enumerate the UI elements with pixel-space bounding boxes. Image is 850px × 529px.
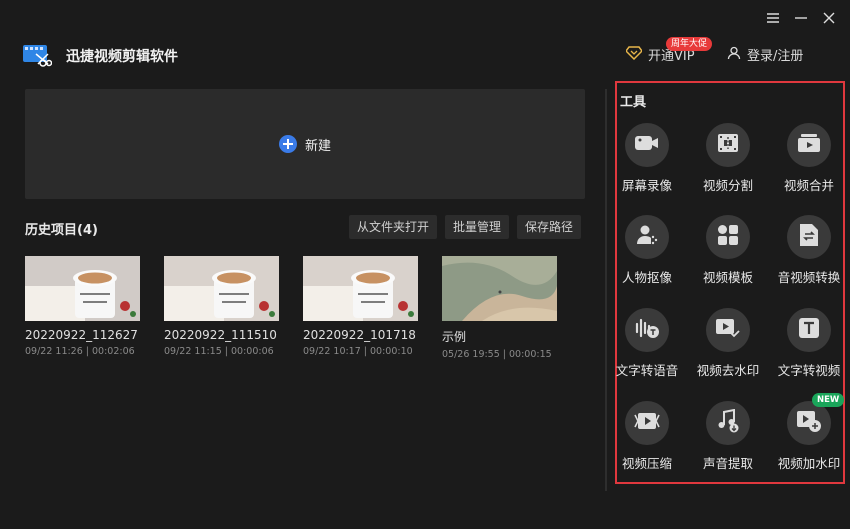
project-item[interactable]: 20220922_112627 09/22 11:26 | 00:02:06 [25,256,140,360]
tool-label: 视频分割 [702,178,753,193]
project-meta: 09/22 10:17 | 00:00:10 [303,346,413,357]
history-title: 历史项目(4) [25,223,98,238]
window-controls [766,10,836,24]
template-icon [717,224,739,250]
tool-label: 文字转语音 [615,363,679,378]
project-thumbnail [25,256,140,321]
project-list: 20220922_112627 09/22 11:26 | 00:02:06 2… [25,256,557,360]
tool-add-watermark[interactable]: 视频加水印 NEW [768,393,850,472]
new-label: 新建 [304,138,331,154]
project-name: 20220922_112627 [25,328,138,342]
tool-remove-watermark[interactable]: 视频去水印 [687,308,769,379]
menu-icon[interactable] [766,10,780,24]
text-to-video-icon [798,317,820,343]
new-badge: NEW [812,393,845,407]
batch-manage-button[interactable]: 批量管理 [445,215,510,239]
tool-text-to-video[interactable]: 文字转视频 [768,308,850,379]
project-meta: 09/22 11:26 | 00:02:06 [25,346,135,357]
project-thumbnail [442,256,557,321]
film-split-icon [717,133,739,157]
tool-video-template[interactable]: 视频模板 [687,215,769,286]
tool-label: 视频压缩 [621,456,672,471]
tool-video-merge[interactable]: 视频合并 [768,123,850,194]
project-meta: 05/26 19:55 | 00:00:15 [442,349,552,360]
user-icon [727,46,741,64]
tool-label: 视频模板 [702,270,753,285]
tool-text-to-speech[interactable]: 文字转语音 [606,308,688,379]
history-toolbar: 从文件夹打开 批量管理 保存路径 [349,215,582,239]
tool-person-cutout[interactable]: 人物抠像 [606,215,688,286]
tool-label: 人物抠像 [621,270,672,285]
audio-extract-icon [716,408,740,437]
diamond-icon [625,45,643,64]
remove-watermark-icon [715,317,741,343]
tool-label: 音视频转换 [777,270,841,285]
project-item[interactable]: 20220922_101718 09/22 10:17 | 00:00:10 [303,256,418,360]
project-thumbnail [164,256,279,321]
minimize-icon[interactable] [794,10,808,24]
person-cutout-icon [635,223,659,251]
project-meta: 09/22 11:15 | 00:00:06 [164,346,274,357]
login-button[interactable]: 登录/注册 [727,45,803,64]
tool-av-convert[interactable]: 音视频转换 [768,215,850,286]
project-name: 20220922_111510 [164,328,277,342]
open-folder-button[interactable]: 从文件夹打开 [349,215,438,239]
tool-video-split[interactable]: 视频分割 [687,123,769,194]
tool-label: 文字转视频 [777,363,841,378]
plus-icon [278,135,297,153]
new-project-area[interactable]: 新建 [25,89,585,199]
project-item[interactable]: 示例 05/26 19:55 | 00:00:15 [442,256,557,360]
text-to-speech-icon [634,316,660,344]
camera-icon [634,134,660,156]
compress-icon [634,411,660,435]
tool-screen-record[interactable]: 屏幕录像 [606,123,688,194]
tools-title: 工具 [620,95,647,110]
tool-video-compress[interactable]: 视频压缩 [606,401,688,472]
tool-label: 屏幕录像 [621,178,672,193]
close-icon[interactable] [822,10,836,24]
tool-label: 视频加水印 [777,456,841,471]
tool-audio-extract[interactable]: 声音提取 [687,401,769,472]
project-name: 示例 [442,330,467,344]
convert-icon [798,223,820,251]
promo-badge: 周年大促 [666,37,713,51]
login-label: 登录/注册 [747,49,804,64]
project-item[interactable]: 20220922_111510 09/22 11:15 | 00:00:06 [164,256,279,360]
project-name: 20220922_101718 [303,328,416,342]
save-path-button[interactable]: 保存路径 [517,215,582,239]
tool-label: 视频去水印 [696,363,760,378]
app-title: 迅捷视频剪辑软件 [66,49,178,65]
tool-label: 声音提取 [702,456,753,471]
app-logo [22,42,53,68]
video-merge-icon [797,133,821,157]
add-watermark-icon [796,409,822,437]
project-thumbnail [303,256,418,321]
tool-label: 视频合并 [783,178,834,193]
